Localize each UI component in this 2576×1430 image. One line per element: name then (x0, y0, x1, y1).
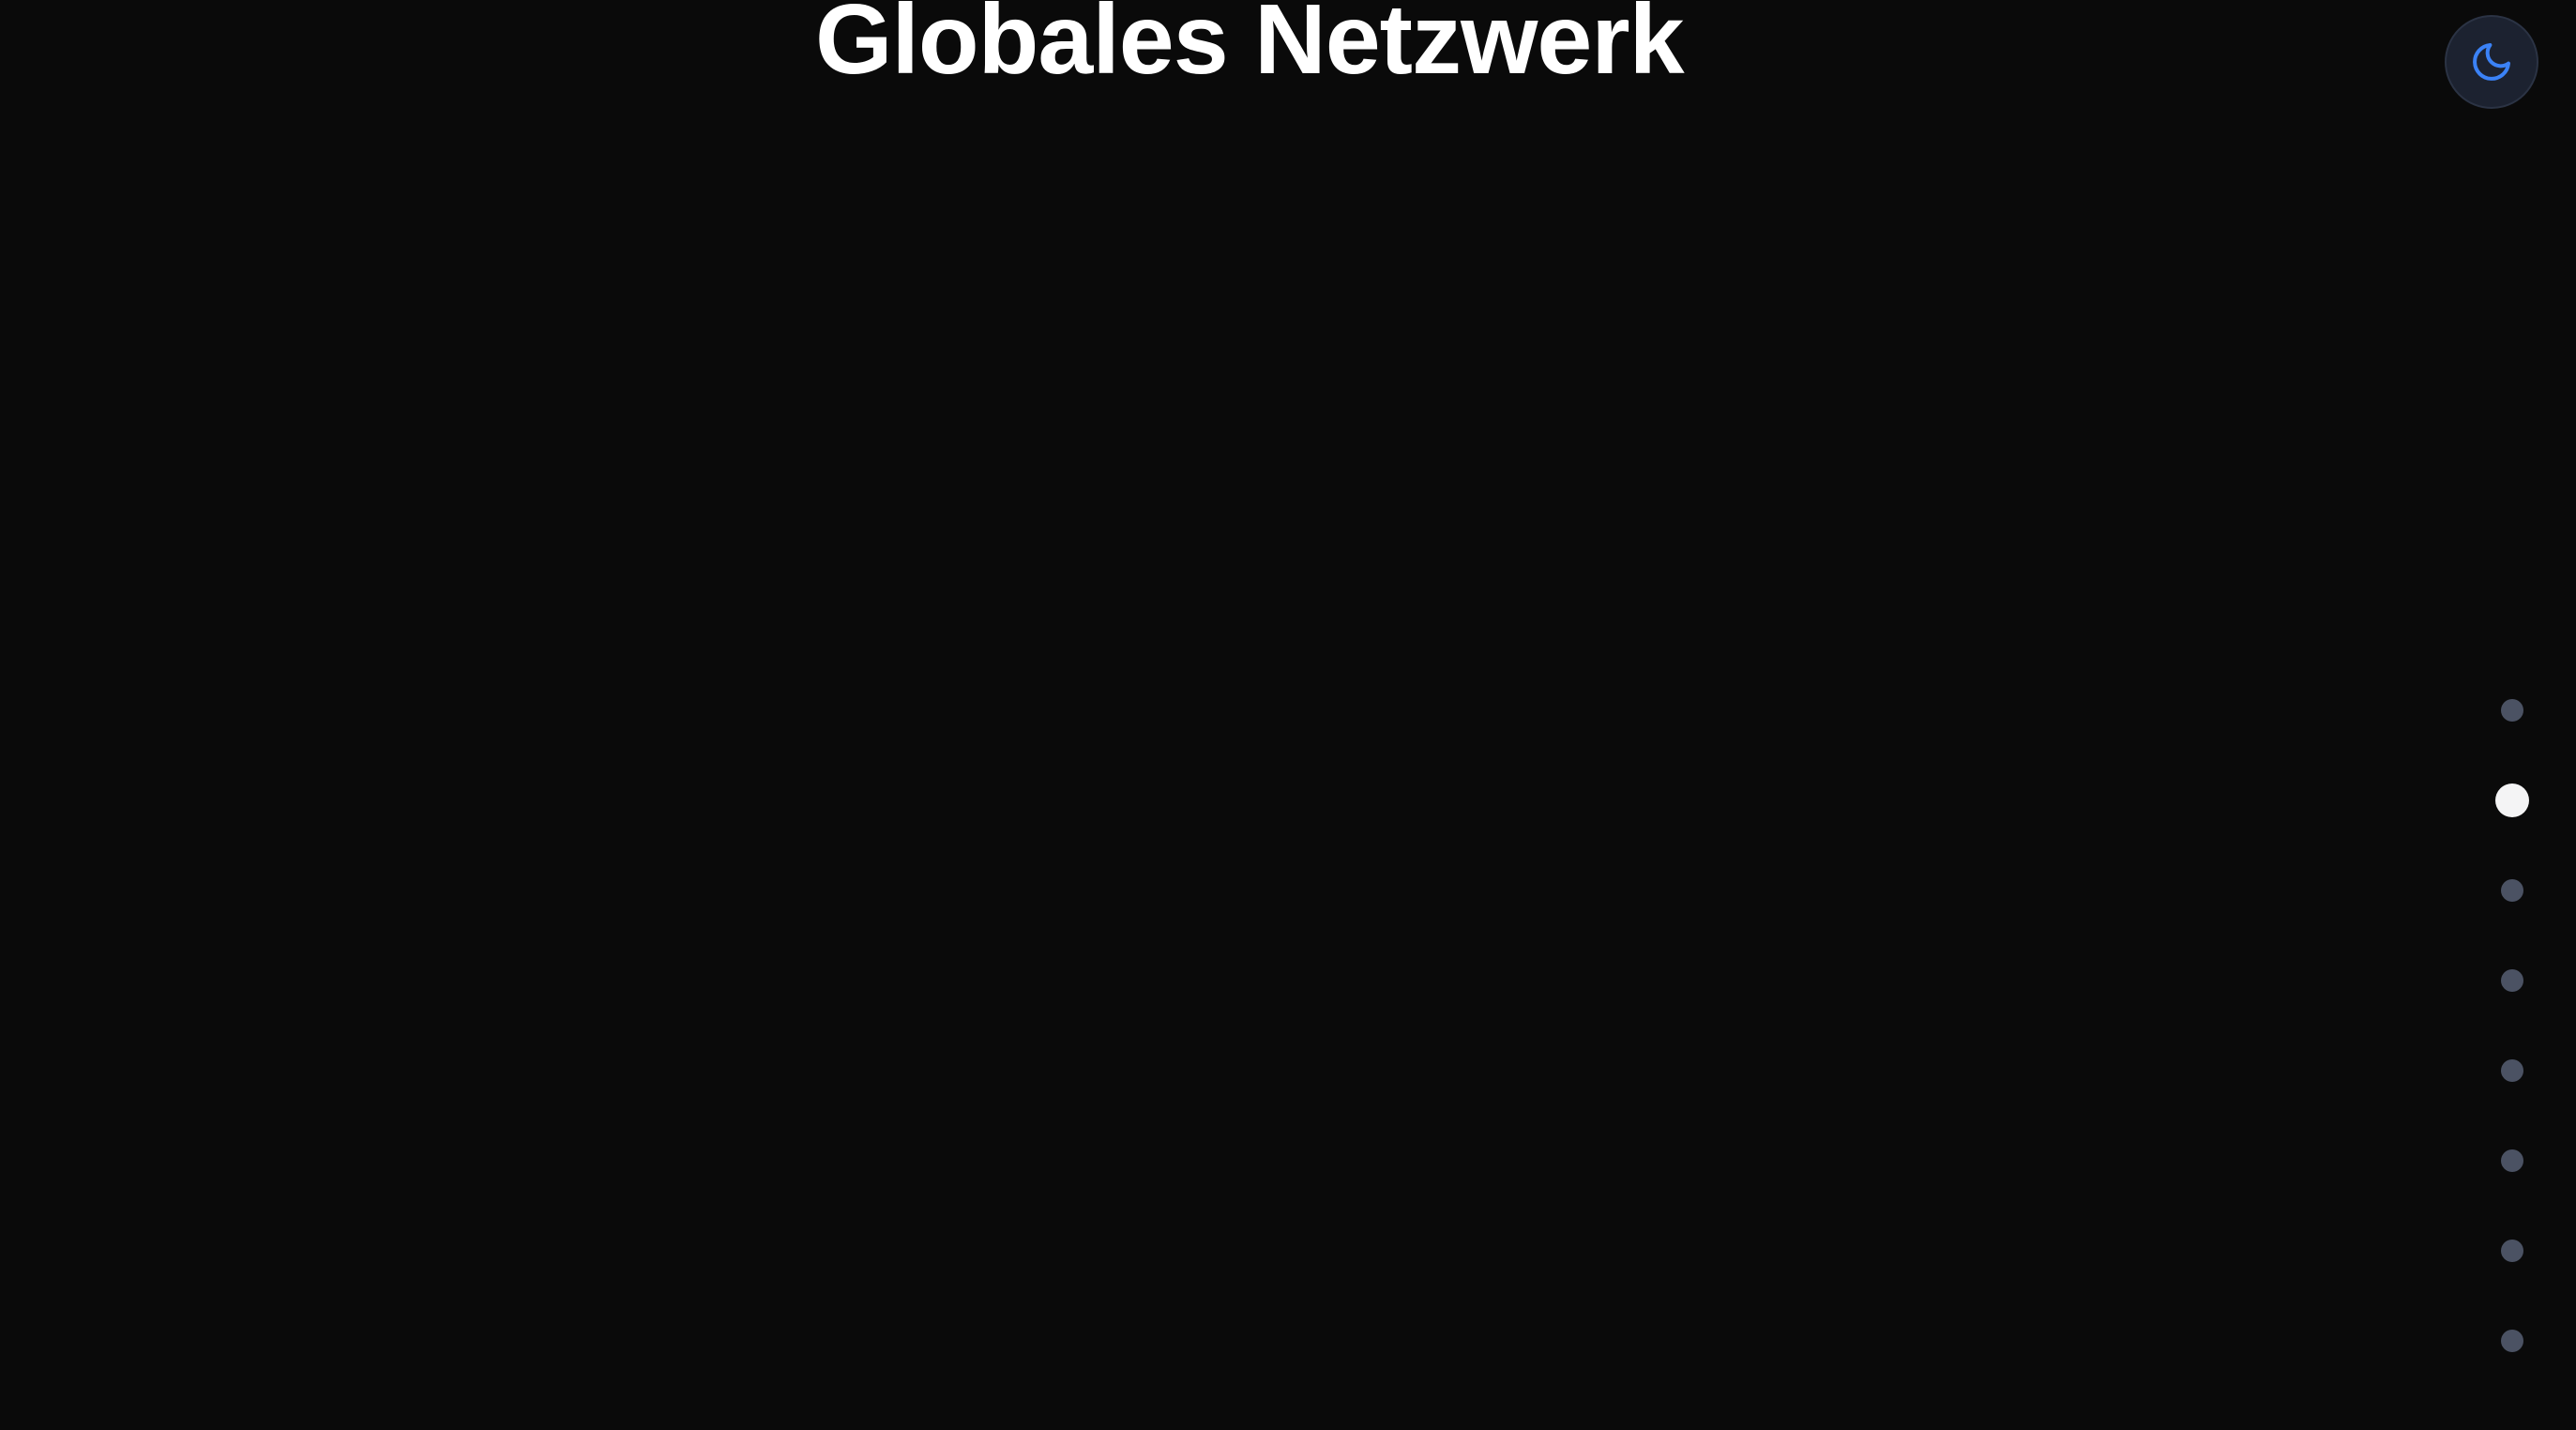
section-nav-dot[interactable] (2501, 1240, 2523, 1262)
page: Globales Netzwerk (0, 0, 2576, 1430)
section-nav-dot[interactable] (2501, 1330, 2523, 1352)
theme-toggle-button[interactable] (2445, 15, 2538, 109)
section-nav-dot[interactable] (2501, 879, 2523, 902)
section-nav-dot[interactable] (2501, 1059, 2523, 1082)
section-nav (2495, 699, 2529, 1352)
section-nav-dot-active[interactable] (2495, 783, 2529, 817)
moon-icon (2469, 39, 2514, 84)
section-nav-dot[interactable] (2501, 1149, 2523, 1172)
page-title: Globales Netzwerk (815, 0, 1685, 95)
section-nav-dot[interactable] (2501, 969, 2523, 992)
section-nav-dot[interactable] (2501, 699, 2523, 722)
